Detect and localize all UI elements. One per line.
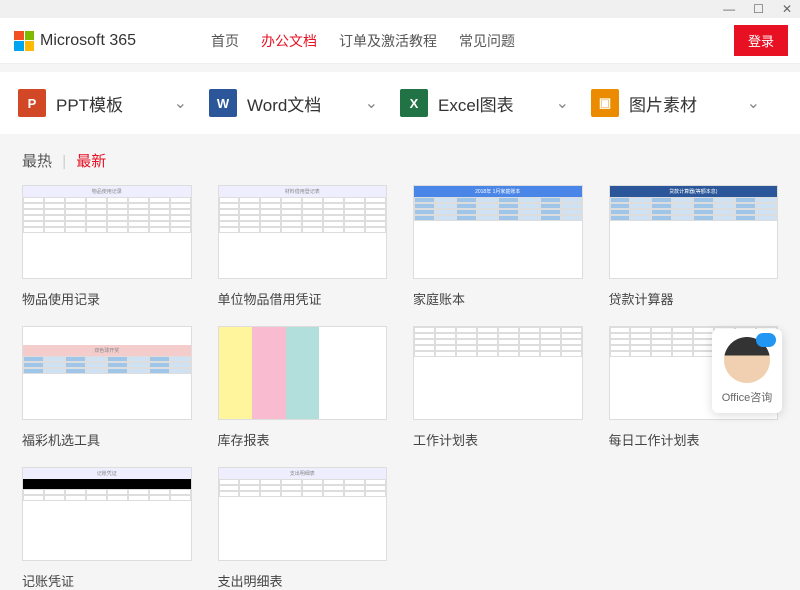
- template-card[interactable]: 工作计划表: [413, 326, 583, 449]
- sort-separator: |: [62, 153, 66, 170]
- microsoft-logo-icon: [14, 31, 34, 51]
- chevron-down-icon: ⌄: [365, 93, 378, 113]
- nav-orders[interactable]: 订单及激活教程: [339, 31, 437, 51]
- brand-logo[interactable]: Microsoft 365: [14, 31, 136, 51]
- template-thumbnail: [218, 326, 388, 420]
- category-excel-label: Excel图表: [438, 91, 514, 116]
- template-title: 家庭账本: [413, 289, 583, 308]
- category-word[interactable]: W Word文档 ⌄: [209, 89, 400, 117]
- template-thumbnail: [413, 326, 583, 420]
- template-card[interactable]: 支出明细表 支出明细表: [218, 467, 388, 590]
- header: Microsoft 365 首页 办公文档 订单及激活教程 常见问题 登录: [0, 18, 800, 64]
- main-nav: 首页 办公文档 订单及激活教程 常见问题: [211, 31, 515, 51]
- template-thumbnail: 记账凭证: [22, 467, 192, 561]
- template-thumbnail: 材料借用登记表: [218, 185, 388, 279]
- template-card[interactable]: 贷款计算器(等额本息) 贷款计算器: [609, 185, 779, 308]
- sort-new[interactable]: 最新: [76, 153, 106, 170]
- support-avatar-icon: [724, 337, 770, 383]
- window-controls: — ☐ ✕: [0, 0, 800, 18]
- template-card[interactable]: 记账凭证 记账凭证: [22, 467, 192, 590]
- nav-faq[interactable]: 常见问题: [459, 31, 515, 51]
- template-title: 每日工作计划表: [609, 430, 779, 449]
- template-thumbnail: 物品使用记录: [22, 185, 192, 279]
- chevron-down-icon: ⌄: [174, 93, 187, 113]
- nav-docs[interactable]: 办公文档: [261, 31, 317, 51]
- template-title: 福彩机选工具: [22, 430, 192, 449]
- template-title: 库存报表: [218, 430, 388, 449]
- image-icon: ▣: [591, 89, 619, 117]
- template-thumbnail: 2018年 1月家庭账本: [413, 185, 583, 279]
- template-title: 物品使用记录: [22, 289, 192, 308]
- template-title: 贷款计算器: [609, 289, 779, 308]
- category-ppt-label: PPT模板: [56, 91, 123, 116]
- template-thumbnail: 支出明细表: [218, 467, 388, 561]
- template-grid: 物品使用记录 物品使用记录 材料借用登记表 单位物品借用凭证 2018年 1月家…: [0, 181, 800, 590]
- category-ppt[interactable]: P PPT模板 ⌄: [18, 89, 209, 117]
- template-thumbnail: 贷款计算器(等额本息): [609, 185, 779, 279]
- sort-hot[interactable]: 最热: [22, 153, 52, 170]
- template-thumbnail: 双色球开奖: [22, 326, 192, 420]
- template-title: 支出明细表: [218, 571, 388, 590]
- chevron-down-icon: ⌄: [747, 93, 760, 113]
- category-bar: P PPT模板 ⌄ W Word文档 ⌄ X Excel图表 ⌄ ▣ 图片素材 …: [0, 72, 800, 134]
- login-button[interactable]: 登录: [734, 25, 788, 56]
- chat-label: Office咨询: [718, 389, 776, 405]
- excel-icon: X: [400, 89, 428, 117]
- chevron-down-icon: ⌄: [556, 93, 569, 113]
- powerpoint-icon: P: [18, 89, 46, 117]
- category-image[interactable]: ▣ 图片素材 ⌄: [591, 89, 782, 117]
- word-icon: W: [209, 89, 237, 117]
- template-card[interactable]: 库存报表: [218, 326, 388, 449]
- category-excel[interactable]: X Excel图表 ⌄: [400, 89, 591, 117]
- template-card[interactable]: 双色球开奖 福彩机选工具: [22, 326, 192, 449]
- sort-bar: 最热 | 最新: [0, 134, 800, 181]
- template-title: 工作计划表: [413, 430, 583, 449]
- template-card[interactable]: 物品使用记录 物品使用记录: [22, 185, 192, 308]
- template-title: 记账凭证: [22, 571, 192, 590]
- maximize-button[interactable]: ☐: [753, 2, 764, 16]
- template-title: 单位物品借用凭证: [218, 289, 388, 308]
- close-button[interactable]: ✕: [782, 2, 792, 16]
- category-word-label: Word文档: [247, 91, 321, 116]
- category-image-label: 图片素材: [629, 91, 697, 116]
- template-card[interactable]: 材料借用登记表 单位物品借用凭证: [218, 185, 388, 308]
- nav-home[interactable]: 首页: [211, 31, 239, 51]
- chat-widget[interactable]: Office咨询: [712, 329, 782, 413]
- template-card[interactable]: 2018年 1月家庭账本 家庭账本: [413, 185, 583, 308]
- minimize-button[interactable]: —: [723, 2, 735, 16]
- brand-name: Microsoft 365: [40, 32, 136, 50]
